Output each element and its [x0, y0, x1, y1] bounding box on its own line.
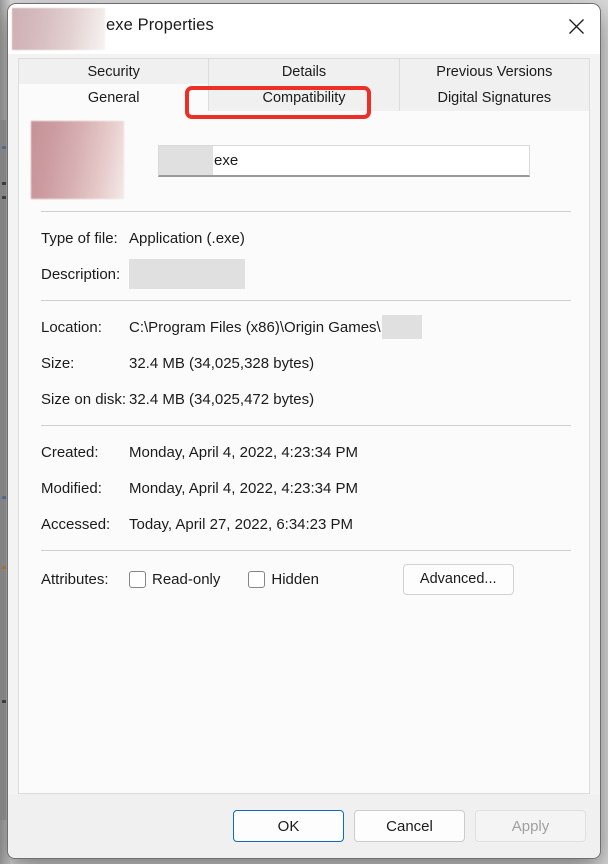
row-label: Type of file: [41, 229, 118, 247]
row-modified: Modified: Monday, April 4, 2022, 4:23:34… [19, 470, 589, 506]
location-redacted-block [381, 315, 422, 339]
ok-button[interactable]: OK [233, 810, 344, 842]
general-tab-panel: exe Type of file: Application (.exe) Des… [18, 111, 590, 794]
row-value: Monday, April 4, 2022, 4:23:34 PM [129, 443, 359, 461]
file-info-group-dates: Created: Monday, April 4, 2022, 4:23:34 … [19, 434, 589, 542]
background-fleck [2, 496, 6, 499]
tab-details[interactable]: Details [209, 58, 400, 84]
tab-label: Details [281, 63, 327, 80]
file-header: exe [19, 111, 589, 199]
filename-redacted-block [159, 146, 213, 175]
row-label: Size: [41, 354, 75, 372]
row-value: 32.4 MB (34,025,328 bytes) [129, 354, 315, 372]
tab-label: Security [87, 63, 140, 80]
location-path: C:\Program Files (x86)\Origin Games\ [129, 318, 381, 336]
tab-general[interactable]: General [18, 84, 210, 111]
tab-row-top: Security Details Previous Versions [18, 58, 590, 84]
checkbox-icon [248, 570, 266, 588]
file-info-group-location: Location: C:\Program Files (x86)\Origin … [19, 309, 589, 417]
row-location: Location: C:\Program Files (x86)\Origin … [19, 309, 589, 345]
row-created: Created: Monday, April 4, 2022, 4:23:34 … [19, 434, 589, 470]
row-value: C:\Program Files (x86)\Origin Games\ [129, 315, 422, 339]
tab-row-bottom: General Compatibility Digital Signatures [18, 84, 590, 111]
title-bar: exe Properties [8, 4, 600, 54]
row-type-of-file: Type of file: Application (.exe) [19, 220, 589, 256]
checkbox-label: Hidden [271, 570, 319, 588]
row-description: Description: [19, 256, 589, 292]
close-icon [569, 18, 584, 34]
row-value: 32.4 MB (34,025,472 bytes) [129, 390, 315, 408]
dialog-button-bar: OK Cancel Apply [8, 794, 600, 858]
tab-label: Digital Signatures [437, 89, 552, 106]
filename-value: exe [214, 152, 239, 169]
apply-button: Apply [475, 810, 586, 842]
tab-label: Previous Versions [436, 63, 553, 80]
row-accessed: Accessed: Today, April 27, 2022, 6:34:23… [19, 506, 589, 542]
background-fleck [2, 182, 6, 185]
background-fleck [2, 700, 6, 703]
tab-compatibility[interactable]: Compatibility [209, 84, 400, 111]
tab-previous-versions[interactable]: Previous Versions [399, 58, 590, 84]
row-value: Monday, April 4, 2022, 4:23:34 PM [129, 479, 359, 497]
window-title: exe Properties [106, 16, 214, 34]
background-fleck [2, 146, 6, 149]
row-label: Accessed: [41, 515, 111, 533]
description-redacted-block [129, 259, 245, 289]
cancel-button[interactable]: Cancel [354, 810, 465, 842]
tab-digital-signatures[interactable]: Digital Signatures [399, 84, 590, 111]
advanced-button[interactable]: Advanced... [402, 563, 514, 595]
tab-label: Compatibility [262, 89, 346, 106]
file-info-group-type: Type of file: Application (.exe) Descrip… [19, 220, 589, 292]
row-label: Location: [41, 318, 102, 336]
row-label: Size on disk: [41, 390, 127, 408]
tab-label: General [87, 89, 140, 106]
filename-input[interactable]: exe [158, 145, 530, 177]
row-value: Application (.exe) [129, 229, 245, 247]
row-size-on-disk: Size on disk: 32.4 MB (34,025,472 bytes) [19, 381, 589, 417]
file-icon-redacted [31, 121, 124, 199]
checkbox-label: Read-only [152, 570, 221, 588]
background-window-shadow [0, 120, 6, 820]
background-fleck [2, 566, 6, 569]
row-label: Created: [41, 443, 99, 461]
row-value [129, 259, 245, 289]
tab-security[interactable]: Security [18, 58, 210, 84]
background-fleck [2, 196, 6, 199]
file-properties-dialog: exe Properties Security Details Previous… [8, 4, 600, 858]
row-label: Modified: [41, 479, 102, 497]
attributes-row: Attributes: Read-only Hidden Advanced... [19, 559, 589, 599]
tab-strip: Security Details Previous Versions Gener… [8, 54, 600, 111]
checkbox-hidden[interactable]: Hidden [248, 570, 319, 588]
row-size: Size: 32.4 MB (34,025,328 bytes) [19, 345, 589, 381]
row-value: Today, April 27, 2022, 6:34:23 PM [129, 515, 354, 533]
attributes-label: Attributes: [41, 570, 109, 588]
close-button[interactable] [553, 4, 600, 48]
checkbox-icon [129, 570, 146, 588]
checkbox-read-only[interactable]: Read-only [129, 570, 221, 588]
row-label: Description: [41, 265, 121, 283]
title-bar-icon-redacted [12, 8, 105, 50]
